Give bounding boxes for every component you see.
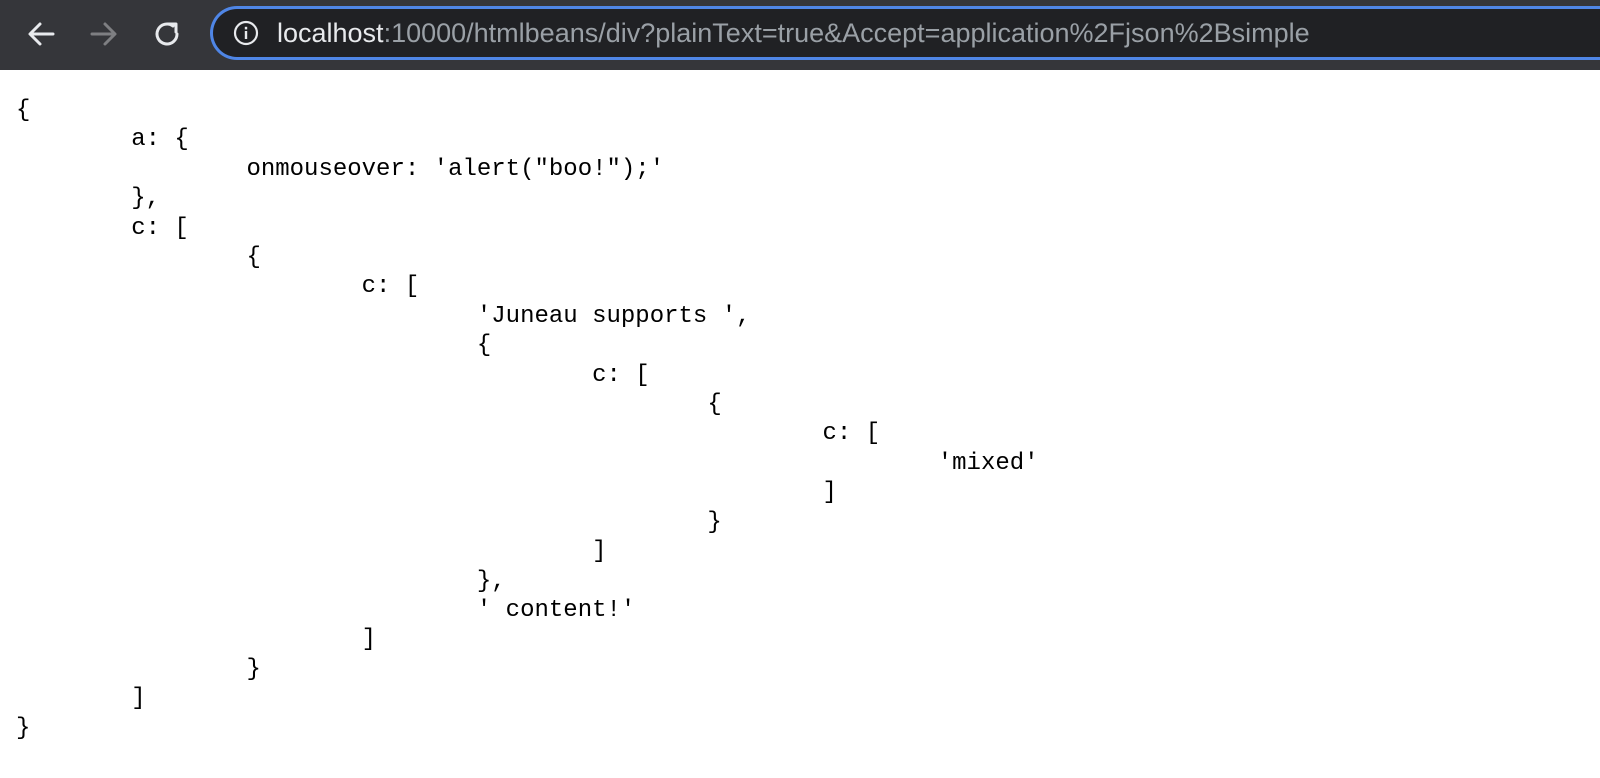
json-line: 'mixed' <box>16 449 1039 477</box>
info-icon[interactable] <box>233 20 259 46</box>
reload-button[interactable] <box>147 12 187 56</box>
json-line: ] <box>16 685 146 713</box>
json-line: a: { <box>16 126 189 154</box>
json-line: c: [ <box>16 214 189 242</box>
url-host: localhost <box>277 18 384 48</box>
json-line: { <box>16 97 31 124</box>
json-line: { <box>16 391 722 419</box>
json-line: } <box>16 714 31 742</box>
json-line: }, <box>16 185 161 213</box>
browser-toolbar: localhost:10000/htmlbeans/div?plainText=… <box>0 0 1600 70</box>
json-line: ] <box>16 626 377 654</box>
url-path: :10000/htmlbeans/div?plainText=true&Acce… <box>383 18 1310 48</box>
json-line: ' content!' <box>16 596 636 624</box>
json-line: c: [ <box>16 273 420 301</box>
json-line: c: [ <box>16 361 650 389</box>
arrow-right-icon <box>90 22 117 46</box>
reload-icon <box>155 22 179 46</box>
url-text[interactable]: localhost:10000/htmlbeans/div?plainText=… <box>277 9 1310 57</box>
json-plain-text: { a: { onmouseover: 'alert("boo!");' }, … <box>16 96 1039 743</box>
back-button[interactable] <box>21 12 61 56</box>
json-line: c: [ <box>16 420 881 448</box>
json-line: ] <box>16 479 837 507</box>
json-line: { <box>16 332 492 360</box>
json-line: } <box>16 655 261 683</box>
json-line: { <box>16 244 261 272</box>
json-line: 'Juneau supports ', <box>16 302 751 330</box>
json-line: ] <box>16 538 607 566</box>
json-line: onmouseover: 'alert("boo!");' <box>16 155 665 183</box>
arrow-left-icon <box>28 22 55 46</box>
address-bar[interactable]: localhost:10000/htmlbeans/div?plainText=… <box>210 6 1600 60</box>
json-line: }, <box>16 567 506 595</box>
json-line: } <box>16 508 722 536</box>
forward-button[interactable] <box>84 12 124 56</box>
